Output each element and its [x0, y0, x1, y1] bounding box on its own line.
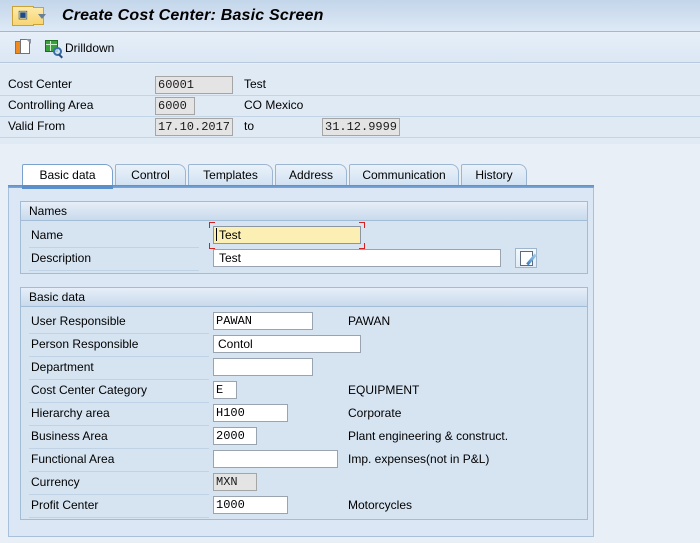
- tab-communication[interactable]: Communication: [349, 164, 459, 187]
- edit-pencil-icon: [519, 250, 537, 266]
- field-row-user-responsible: User Responsible PAWAN PAWAN: [21, 311, 587, 334]
- department-input[interactable]: [213, 358, 313, 376]
- valid-to-label: to: [244, 119, 255, 133]
- description-input[interactable]: Test: [213, 249, 501, 267]
- tab-label: Address: [288, 168, 334, 182]
- edit-description-button[interactable]: [515, 248, 537, 268]
- tab-label: History: [475, 168, 513, 182]
- field-row-profit-center: Profit Center 1000 Motorcycles: [21, 495, 587, 518]
- tab-templates[interactable]: Templates: [188, 164, 273, 187]
- valid-from-input[interactable]: 17.10.2017: [155, 118, 233, 136]
- cost-center-category-description: EQUIPMENT: [348, 383, 420, 397]
- basic-data-group-box: Basic data User Responsible PAWAN PAWAN …: [20, 287, 588, 520]
- hierarchy-area-description: Corporate: [348, 406, 402, 420]
- tab-control[interactable]: Control: [115, 164, 186, 187]
- field-row-hierarchy-area: Hierarchy area H100 Corporate: [21, 403, 587, 426]
- description-label: Description: [31, 251, 92, 265]
- new-entry-button[interactable]: [12, 37, 34, 59]
- cost-center-input[interactable]: 60001: [155, 76, 233, 94]
- drilldown-label: Drilldown: [65, 40, 115, 55]
- controlling-area-label: Controlling Area: [8, 98, 94, 112]
- sap-transaction-icon[interactable]: ▣: [12, 5, 44, 26]
- user-responsible-input[interactable]: PAWAN: [213, 312, 313, 330]
- functional-area-label: Functional Area: [31, 452, 115, 466]
- field-row-description: Description Test: [21, 248, 587, 271]
- valid-to-input[interactable]: 31.12.9999: [322, 118, 400, 136]
- user-responsible-description: PAWAN: [348, 314, 391, 328]
- tab-label: Templates: [203, 168, 258, 182]
- person-responsible-input[interactable]: Contol: [213, 335, 361, 353]
- name-input[interactable]: Test: [213, 226, 361, 244]
- field-row-functional-area: Functional Area Imp. expenses(not in P&L…: [21, 449, 587, 472]
- header-row-cost-center: Cost Center 60001 Test: [0, 75, 700, 96]
- tab-strip: Basic data Control Templates Address Com…: [8, 163, 594, 189]
- currency-input[interactable]: MXN: [213, 473, 257, 491]
- field-row-currency: Currency MXN: [21, 472, 587, 495]
- business-area-description: Plant engineering & construct.: [348, 429, 509, 443]
- field-row-person-responsible: Person Responsible Contol: [21, 334, 587, 357]
- tab-history[interactable]: History: [461, 164, 527, 187]
- controlling-area-description: CO Mexico: [244, 98, 304, 112]
- person-responsible-label: Person Responsible: [31, 337, 139, 351]
- department-label: Department: [31, 360, 94, 374]
- sap-transaction-glyph: ▣: [17, 9, 29, 21]
- controlling-area-input[interactable]: 6000: [155, 97, 195, 115]
- text-cursor: [216, 228, 217, 241]
- hierarchy-area-input[interactable]: H100: [213, 404, 288, 422]
- names-group-title: Names: [21, 202, 587, 221]
- sap-gui-window: ▣ Create Cost Center: Basic Screen Drill…: [0, 0, 700, 543]
- user-responsible-label: User Responsible: [31, 314, 126, 328]
- field-row-cost-center-category: Cost Center Category E EQUIPMENT: [21, 380, 587, 403]
- tab-basic-data[interactable]: Basic data: [22, 164, 113, 189]
- business-area-label: Business Area: [31, 429, 108, 443]
- drilldown-button[interactable]: Drilldown: [42, 37, 117, 59]
- business-area-input[interactable]: 2000: [213, 427, 257, 445]
- field-row-business-area: Business Area 2000 Plant engineering & c…: [21, 426, 587, 449]
- basic-data-group-title: Basic data: [21, 288, 587, 307]
- currency-label: Currency: [31, 475, 80, 489]
- chevron-down-icon[interactable]: [38, 14, 46, 19]
- field-row-name: Name Test: [21, 222, 587, 249]
- header-row-controlling-area: Controlling Area 6000 CO Mexico: [0, 96, 700, 117]
- hierarchy-area-label: Hierarchy area: [31, 406, 110, 420]
- profit-center-input[interactable]: 1000: [213, 496, 288, 514]
- cost-center-description: Test: [244, 77, 267, 91]
- tab-label: Control: [131, 168, 170, 182]
- drilldown-magnifier-icon: [45, 39, 63, 58]
- cost-center-category-label: Cost Center Category: [31, 383, 148, 397]
- cost-center-label: Cost Center: [8, 77, 73, 91]
- cost-center-category-input[interactable]: E: [213, 381, 237, 399]
- new-document-icon: [15, 39, 31, 56]
- window-title: Create Cost Center: Basic Screen: [62, 6, 324, 24]
- profit-center-description: Motorcycles: [348, 498, 413, 512]
- tab-label: Basic data: [39, 168, 96, 182]
- functional-area-input[interactable]: [213, 450, 338, 468]
- profit-center-label: Profit Center: [31, 498, 99, 512]
- field-row-department: Department: [21, 357, 587, 380]
- window-title-bar: ▣ Create Cost Center: Basic Screen: [0, 0, 700, 32]
- name-label: Name: [31, 228, 64, 242]
- basic-data-tab-panel: Names Name Test Description Test Basic d…: [8, 188, 594, 537]
- tab-address[interactable]: Address: [275, 164, 347, 187]
- functional-area-description: Imp. expenses(not in P&L): [348, 452, 490, 466]
- valid-from-label: Valid From: [8, 119, 66, 133]
- header-row-valid-from: Valid From 17.10.2017 to 31.12.9999: [0, 117, 700, 138]
- header-fields-area: Cost Center 60001 Test Controlling Area …: [0, 64, 700, 144]
- application-toolbar: Drilldown: [0, 33, 700, 63]
- tab-label: Communication: [362, 168, 446, 182]
- names-group-box: Names Name Test Description Test: [20, 201, 588, 274]
